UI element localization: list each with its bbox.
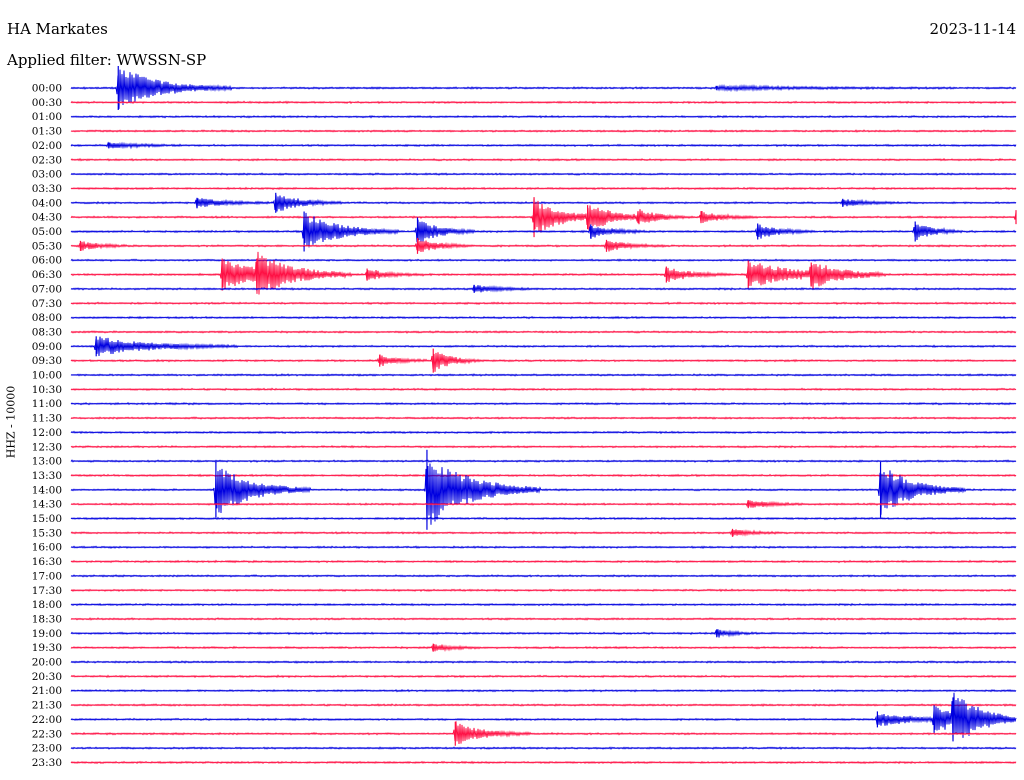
trace-row [70,674,1017,679]
trace-row [70,330,1017,334]
trace-row [70,129,1017,133]
trace-row [70,172,1017,176]
trace-row [70,644,1017,652]
time-label: 09:30 [32,355,62,367]
time-label: 11:00 [32,398,62,410]
time-label: 01:30 [32,126,62,138]
trace-row [70,463,1017,525]
trace-row [70,114,1017,119]
trace-row [70,352,1017,372]
time-label: 07:30 [32,298,62,310]
time-label: 06:30 [32,269,62,281]
trace-row [70,401,1017,406]
trace-row [70,617,1017,621]
trace-row [70,444,1017,449]
time-label: 14:00 [32,484,62,496]
trace-row [70,760,1017,765]
trace-row [70,574,1017,578]
time-label: 20:30 [32,671,62,683]
trace-row [70,194,1017,212]
time-label: 11:30 [32,413,62,425]
trace-row [70,588,1017,593]
time-label: 04:00 [32,197,62,209]
time-label: 15:00 [32,513,62,525]
trace-row [70,157,1017,162]
time-label: 05:30 [32,240,62,252]
trace-row [70,459,1017,463]
trace-row [70,301,1017,306]
trace-row [70,660,1017,664]
trace-row [70,529,1017,537]
time-label: 22:30 [32,728,62,740]
trace-row [70,703,1017,708]
time-label: 10:00 [32,370,62,382]
trace-row [70,688,1017,693]
time-label: 21:30 [32,700,62,712]
time-label: 12:30 [32,441,62,453]
trace-row [70,141,1017,150]
trace-row [70,387,1017,392]
time-label: 17:00 [32,570,62,582]
trace-row [70,721,1017,745]
time-label: 03:00 [32,169,62,181]
time-label: 21:00 [32,685,62,697]
time-label: 00:30 [32,97,62,109]
time-label: 17:30 [32,585,62,597]
trace-row [70,500,1017,508]
trace-row [70,746,1017,750]
time-label: 04:30 [32,212,62,224]
trace-row [70,516,1017,521]
trace-row [70,238,1017,253]
time-label: 19:30 [32,642,62,654]
trace-row [70,373,1017,377]
time-label: 13:00 [32,456,62,468]
trace-row [70,692,1017,740]
trace-row [70,284,1017,293]
trace-row [70,100,1017,105]
trace-row [70,336,1017,357]
time-label: 00:00 [32,83,62,95]
trace-row [70,629,1017,638]
time-label: 16:30 [32,556,62,568]
trace-row [70,602,1017,607]
time-label: 20:00 [32,657,62,669]
time-label: 10:30 [32,384,62,396]
time-label: 08:30 [32,326,62,338]
helicorder-plot: 00:00 00:30 01:00 01:30 02:00 02:30 03:00 03:30… [32,66,1017,769]
time-label: 22:00 [32,714,62,726]
time-label: 09:00 [32,341,62,353]
time-label: 13:30 [32,470,62,482]
time-label: 18:30 [32,613,62,625]
trace-row [70,258,1017,262]
trace-row [70,186,1017,191]
time-label: 14:30 [32,499,62,511]
time-label: 08:00 [32,312,62,324]
trace-row [70,315,1017,320]
time-label: 06:00 [32,255,62,267]
time-label: 23:30 [32,757,62,769]
trace-row [70,430,1017,435]
trace-row [70,559,1017,564]
time-label: 02:00 [32,140,62,152]
time-label: 05:00 [32,226,62,238]
trace-row [70,545,1017,550]
trace-row [70,473,1017,478]
time-label: 02:30 [32,154,62,166]
time-label: 19:00 [32,628,62,640]
time-label: 03:30 [32,183,62,195]
time-label: 18:00 [32,599,62,611]
time-label: 07:00 [32,283,62,295]
time-label: 15:30 [32,527,62,539]
time-label: 01:00 [32,111,62,123]
time-label: 16:00 [32,542,62,554]
time-label: 23:00 [32,743,62,755]
time-label: 12:00 [32,427,62,439]
trace-row [70,416,1017,420]
